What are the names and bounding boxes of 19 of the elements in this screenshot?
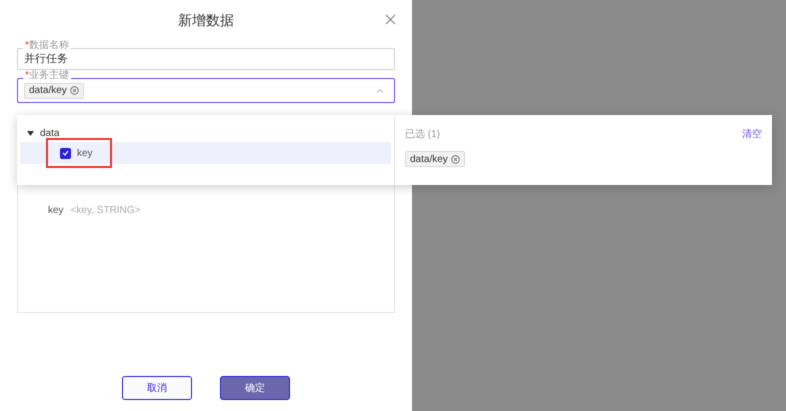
- tree-item-label[interactable]: data: [40, 126, 60, 140]
- field-label: *数据名称: [23, 40, 71, 52]
- caret-icon[interactable]: [27, 130, 34, 136]
- tag-chip: data/key: [405, 151, 465, 167]
- selected-count: 已选 (1): [405, 128, 440, 142]
- field-label: *业务主键: [23, 70, 71, 82]
- remove-icon[interactable]: [70, 86, 79, 95]
- dialog-title: 新增数据: [178, 10, 234, 30]
- clear-link[interactable]: 清空: [742, 127, 762, 142]
- tag-chip: data/key: [24, 82, 84, 98]
- field-type: <key, STRING>: [70, 204, 140, 218]
- field-name: key: [48, 204, 64, 218]
- remove-icon[interactable]: [450, 154, 460, 164]
- tree-item-label: key: [77, 146, 93, 160]
- close-icon[interactable]: [385, 14, 396, 25]
- input-field[interactable]: 并行任务: [17, 48, 395, 70]
- checkbox[interactable]: [60, 148, 71, 158]
- confirm-button[interactable]: 确定: [220, 376, 290, 400]
- cancel-button[interactable]: 取消: [122, 376, 192, 400]
